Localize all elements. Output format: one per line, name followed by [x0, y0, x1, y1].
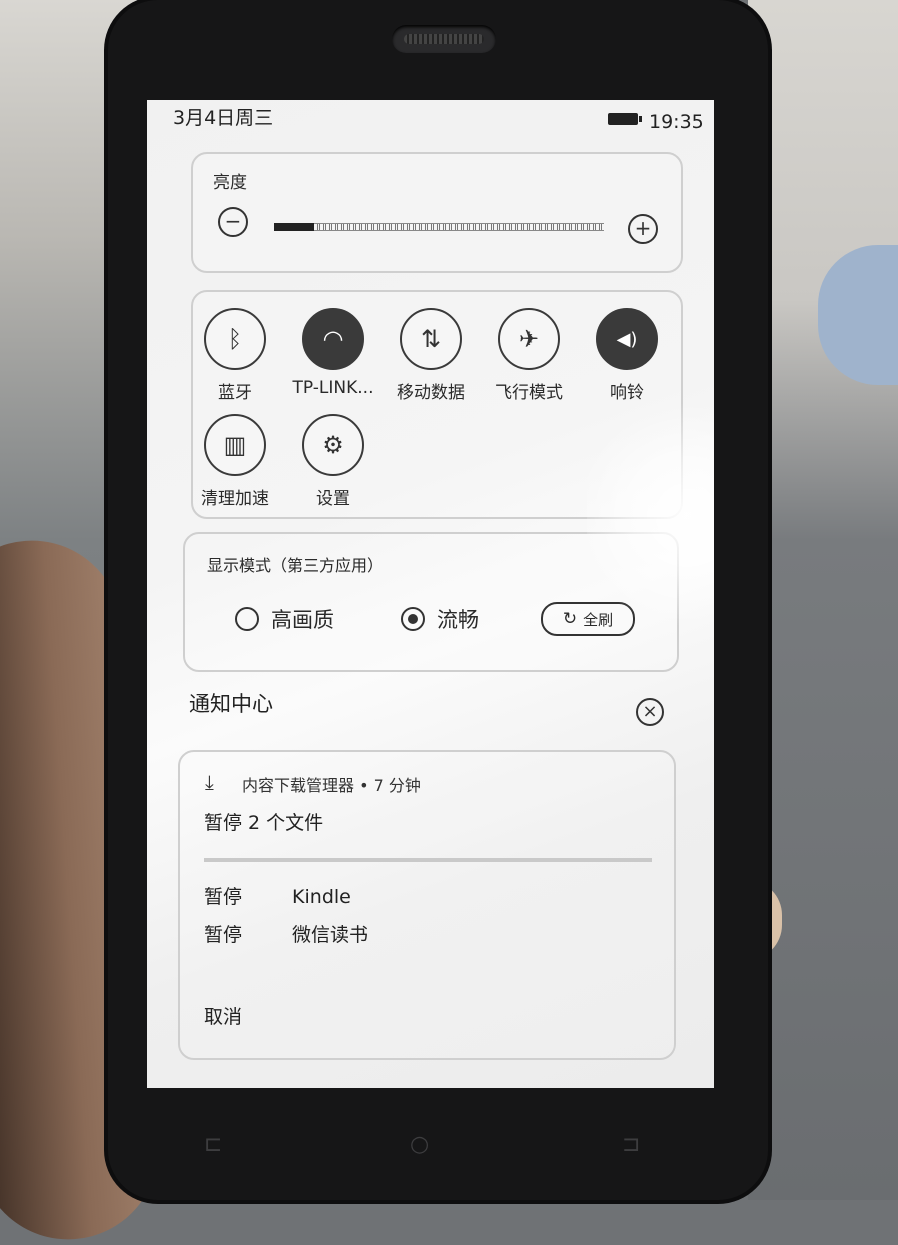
- toggle-label: 响铃: [610, 383, 644, 403]
- airplane-icon: ✈: [498, 308, 560, 370]
- toggle-airplane-mode[interactable]: ✈ 飞行模式: [479, 308, 579, 403]
- battery-icon: [608, 113, 642, 125]
- quick-toggles-panel: ᛒ 蓝牙 ◠ TP-LINK... ⇅ 移动数据 ✈ 飞行模式 ◀) 响铃 ▥ …: [191, 290, 683, 519]
- toggle-label: 移动数据: [397, 383, 465, 403]
- list-item: 暂停 微信读书: [204, 920, 368, 947]
- toggle-label: 蓝牙: [218, 383, 252, 403]
- download-state: 暂停: [204, 886, 243, 908]
- toggle-bluetooth[interactable]: ᛒ 蓝牙: [185, 308, 285, 403]
- refresh-icon: ↻: [562, 609, 578, 629]
- toggle-label: TP-LINK...: [292, 378, 374, 398]
- wifi-icon: ◠: [302, 308, 364, 370]
- toggle-ringer[interactable]: ◀) 响铃: [577, 308, 677, 403]
- status-time: 19:35: [649, 111, 704, 133]
- toggle-settings[interactable]: ⚙ 设置: [283, 414, 383, 509]
- download-icon: ⤓: [205, 770, 214, 794]
- download-name: Kindle: [292, 886, 351, 908]
- notification-heading: 暂停 2 个文件: [204, 812, 324, 834]
- clear-notifications-button[interactable]: ×: [636, 698, 664, 726]
- toggle-label: 飞行模式: [495, 383, 563, 403]
- toggle-mobile-data[interactable]: ⇅ 移动数据: [381, 308, 481, 403]
- list-item: 暂停 Kindle: [204, 882, 351, 909]
- recent-apps-button[interactable]: ⊐: [622, 1132, 640, 1157]
- home-button[interactable]: ○: [410, 1132, 429, 1157]
- notification-center-title: 通知中心: [189, 692, 273, 716]
- earpiece-speaker: [392, 25, 496, 53]
- status-bar: 3月4日周三 19:35: [147, 100, 714, 134]
- brightness-slider-fill: [274, 223, 314, 231]
- bluetooth-icon: ᛒ: [204, 308, 266, 370]
- gear-icon: ⚙: [302, 414, 364, 476]
- radio-smooth[interactable]: 流畅: [401, 604, 479, 634]
- brightness-slider[interactable]: [274, 223, 604, 231]
- radio-label: 高画质: [271, 608, 334, 632]
- photo-background-right: [748, 0, 898, 1200]
- full-refresh-label: 全刷: [583, 610, 614, 629]
- radio-high-quality[interactable]: 高画质: [235, 604, 334, 634]
- volume-icon: ◀): [596, 308, 658, 370]
- status-date: 3月4日周三: [173, 107, 274, 129]
- toggle-label: 清理加速: [201, 489, 269, 509]
- download-name: 微信读书: [292, 924, 369, 946]
- radio-button: [401, 607, 425, 631]
- screen: 3月4日周三 19:35 亮度 − + ᛒ 蓝牙 ◠ TP-LINK... ⇅ …: [147, 100, 714, 1088]
- toggle-label: 设置: [316, 489, 350, 509]
- display-mode-panel: 显示模式（第三方应用） 高画质 流畅 ↻ 全刷: [183, 532, 679, 672]
- notification-source: 内容下载管理器 • 7 分钟: [242, 776, 421, 795]
- brightness-panel: 亮度 − +: [191, 152, 683, 273]
- back-button[interactable]: ⊏: [204, 1132, 222, 1157]
- brightness-increase-button[interactable]: +: [628, 214, 658, 244]
- download-state: 暂停: [204, 924, 243, 946]
- toggle-wifi[interactable]: ◠ TP-LINK...: [283, 308, 383, 398]
- full-refresh-button[interactable]: ↻ 全刷: [541, 602, 635, 636]
- radio-button: [235, 607, 259, 631]
- download-progress-bar: [204, 858, 652, 862]
- cancel-button[interactable]: 取消: [204, 1002, 242, 1029]
- download-notification[interactable]: ⤓ 内容下载管理器 • 7 分钟 暂停 2 个文件 暂停 Kindle 暂停 微…: [178, 750, 676, 1060]
- brightness-label: 亮度: [213, 173, 247, 193]
- mobile-data-icon: ⇅: [400, 308, 462, 370]
- broom-icon: ▥: [204, 414, 266, 476]
- radio-label: 流畅: [437, 608, 479, 632]
- display-mode-label: 显示模式（第三方应用）: [207, 556, 384, 575]
- brightness-decrease-button[interactable]: −: [218, 207, 248, 237]
- toggle-clean-boost[interactable]: ▥ 清理加速: [185, 414, 285, 509]
